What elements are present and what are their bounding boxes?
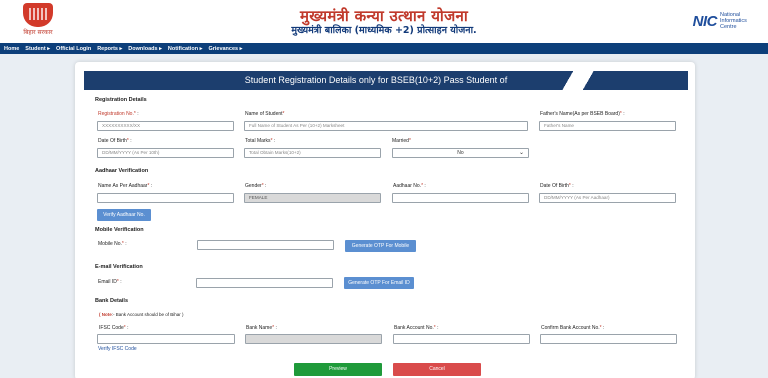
mobile-label: Mobile No.* : (98, 241, 127, 247)
bank-name-input (245, 334, 382, 344)
nav-official-login[interactable]: Official Login (56, 46, 91, 52)
father-name-input[interactable]: Father's Name (539, 121, 676, 131)
reg-no-input[interactable]: XXXXXXXXXX/XX (97, 121, 234, 131)
total-marks-label: Total Marks* : (245, 138, 276, 144)
aadhaar-no-label: Aadhaar No.* : (393, 183, 426, 189)
ifsc-label: IFSC Code* : (99, 325, 129, 331)
total-marks-input[interactable]: Total Obtain Marks(10+2) (244, 148, 381, 158)
registration-form-card: Student Registration Details only for BS… (75, 62, 695, 378)
section-email: E-mail Verification (95, 264, 143, 270)
email-input[interactable] (196, 278, 333, 288)
student-name-label: Name of Student* (245, 111, 285, 117)
aadhaar-no-input[interactable] (392, 193, 529, 203)
verify-ifsc-link[interactable]: Verify IFSC Code (98, 346, 137, 352)
page-header: बिहार सरकार मुख्यमंत्री कन्या उत्थान योज… (0, 0, 768, 43)
main-nav: Home Student ▸ Official Login Reports ▸ … (0, 43, 768, 54)
email-label: Email ID* : (98, 279, 122, 285)
aadhaar-dob-label: Date Of Birth* : (540, 183, 574, 189)
dob-label: Date Of Birth* : (98, 138, 132, 144)
confirm-account-no-input[interactable] (540, 334, 677, 344)
generate-otp-mobile-button[interactable]: Generate OTP For Mobile (345, 240, 416, 252)
student-name-input[interactable]: Full Name of Student As Per (10+2) Marks… (244, 121, 528, 131)
mobile-input[interactable] (197, 240, 334, 250)
nav-reports[interactable]: Reports ▸ (97, 46, 122, 52)
confirm-account-no-label: Confirm Bank Account No.* : (541, 325, 605, 331)
bank-name-label: Bank Name* : (246, 325, 277, 331)
preview-button[interactable]: Preview (294, 363, 382, 376)
gender-label: Gender* : (245, 183, 267, 189)
nav-downloads[interactable]: Downloads ▸ (128, 46, 162, 52)
aadhaar-dob-input[interactable]: DD/MM/YYYY (As Per Aadhaar) (539, 193, 676, 203)
father-name-label: Father's Name(As per BSEB Board)* : (540, 111, 625, 117)
married-value: No (457, 150, 464, 156)
ifsc-input[interactable] (97, 334, 235, 344)
form-banner-text: Student Registration Details only for BS… (244, 75, 508, 85)
bank-note: ( Note:- Bank Account should be of Bihar… (99, 312, 184, 317)
nic-logo: NIC National Informatics Centre (693, 12, 754, 30)
nic-mark: NIC (692, 12, 718, 30)
account-no-input[interactable] (393, 334, 530, 344)
aadhaar-name-input[interactable] (97, 193, 234, 203)
married-select[interactable]: No ⌄ (392, 148, 529, 158)
section-aadhaar: Aadhaar Verification (95, 168, 149, 174)
account-no-label: Bank Account No.* : (394, 325, 439, 331)
chevron-down-icon: ⌄ (518, 150, 524, 156)
verify-aadhaar-button[interactable]: Verify Aadhaar No. (97, 209, 151, 221)
reg-no-label: Registration No.* : (98, 111, 139, 117)
aadhaar-name-label: Name As Per Aadhaar* : (98, 183, 153, 189)
nav-notification[interactable]: Notification ▸ (168, 46, 203, 52)
section-bank: Bank Details (95, 298, 129, 304)
nic-text: National Informatics Centre (720, 12, 747, 30)
section-registration: Registration Details (95, 97, 147, 103)
nav-student[interactable]: Student ▸ (25, 46, 50, 52)
generate-otp-email-button[interactable]: Generate OTP For Email ID (344, 277, 414, 289)
gender-input: FEMALE (244, 193, 381, 203)
nav-grievances[interactable]: Grievances ▸ (208, 46, 242, 52)
married-label: Married* (392, 138, 411, 144)
section-mobile: Mobile Verification (95, 227, 144, 233)
form-banner: Student Registration Details only for BS… (84, 71, 688, 90)
cancel-button[interactable]: Cancel (393, 363, 481, 376)
dob-input[interactable]: DD/MM/YYYY (As Per 10th) (97, 148, 234, 158)
banner-fold-decoration (558, 71, 598, 90)
nav-home[interactable]: Home (4, 46, 19, 52)
page-subtitle: मुख्यमंत्री बालिका (माध्यमिक +2) प्रोत्स… (291, 25, 477, 36)
